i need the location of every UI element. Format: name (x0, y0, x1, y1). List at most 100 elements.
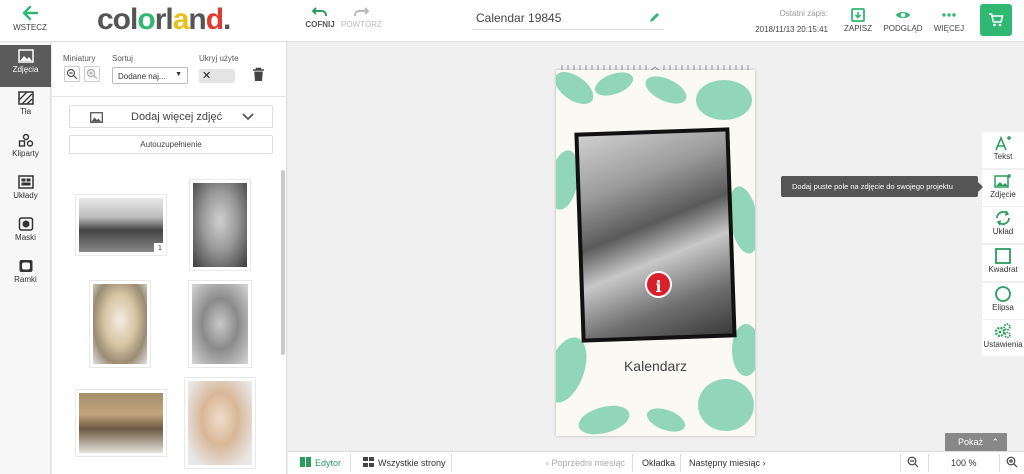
settings-icon (994, 323, 1011, 339)
zoom-out-icon (66, 68, 78, 80)
bottom-bar: Edytor Wszystkie strony ‹ Poprzedni mies… (288, 451, 1024, 474)
zoom-in-button[interactable] (1006, 452, 1018, 474)
wedding-photo (578, 131, 733, 339)
last-save-date: 2018/11/13 20:15:41 (755, 25, 828, 34)
divider (451, 454, 452, 472)
settings-tool[interactable]: Ustawienia (982, 320, 1024, 356)
sidebar-item-label: Maski (15, 233, 36, 242)
divider (900, 454, 901, 472)
circle-icon (995, 286, 1011, 302)
autofill-button[interactable]: Autouzupełnienie (69, 135, 273, 154)
sidebar-item-cliparts[interactable]: Kliparty (0, 129, 51, 171)
zoom-out-button[interactable] (907, 452, 919, 474)
sidebar-item-backgrounds[interactable]: Tła (0, 87, 51, 129)
calendar-photo[interactable] (574, 127, 737, 343)
grid-icon (363, 457, 374, 467)
zoom-in-icon (1006, 456, 1018, 468)
tool-label: Zdjęcie (990, 190, 1016, 199)
show-button[interactable]: Pokaż ⌃ (945, 433, 1007, 451)
divider (350, 454, 351, 472)
sidebar-item-photos[interactable]: Zdjęcia (0, 45, 51, 87)
panel-divider (52, 96, 287, 97)
preview-button[interactable]: PODGLĄD (882, 8, 924, 33)
photo-thumbnail[interactable] (75, 389, 167, 457)
panel-scrollbar[interactable] (281, 170, 285, 355)
caret-down-icon: ▼ (175, 71, 182, 78)
sidebar-item-label: Układy (13, 191, 38, 200)
sidebar-item-label: Ramki (14, 275, 37, 284)
add-more-photos-button[interactable]: Dodaj więcej zdjęć (69, 105, 273, 128)
tool-label: Tekst (993, 152, 1013, 161)
all-pages-tab[interactable]: Wszystkie strony (363, 452, 446, 474)
redo-icon (354, 7, 369, 16)
info-icon[interactable]: i (645, 271, 672, 298)
back-label: WSTECZ (13, 23, 47, 32)
photo-thumbnail[interactable]: 1 (75, 194, 167, 256)
tool-label: Ustawienia (983, 340, 1023, 349)
sidebar-item-frames[interactable]: Ramki (0, 255, 51, 297)
redo-label: POWTÓRZ (341, 20, 382, 29)
tool-label: Kwadrat (988, 265, 1018, 274)
usage-count-badge: 1 (154, 243, 166, 255)
add-more-photos-label: Dodaj więcej zdjęć (131, 111, 223, 123)
brand-logo: colorland. (97, 3, 231, 36)
next-month-button[interactable]: Następny miesiąc › (689, 452, 766, 474)
chevron-right-icon: › (760, 458, 766, 468)
previous-month-label: Poprzedni miesiąc (551, 458, 626, 468)
left-sidebar: Zdjęcia Tła Kliparty Układy Maski Ramki (0, 42, 51, 474)
sort-select-value: Dodane naj... (118, 72, 166, 81)
image-add-icon (994, 174, 1011, 188)
add-photo-field-tool[interactable]: Zdjęcie (982, 170, 1024, 206)
photo-thumbnail[interactable] (188, 280, 252, 368)
divider (999, 454, 1000, 472)
hide-used-toggle[interactable]: ✕ (199, 69, 235, 83)
photo-thumbnail[interactable] (189, 179, 251, 271)
zoom-in-thumbnails-button[interactable] (84, 66, 100, 82)
add-text-tool[interactable]: Tekst (982, 132, 1024, 168)
undo-button[interactable]: COFNIJ (305, 6, 335, 29)
cover-button[interactable]: Okładka (642, 452, 675, 474)
redo-button[interactable]: POWTÓRZ (341, 6, 382, 29)
tool-label: Układ (992, 227, 1014, 236)
project-title-field[interactable]: Calendar 19845 (472, 6, 664, 30)
image-icon (17, 49, 34, 63)
zoom-out-thumbnails-button[interactable] (64, 66, 80, 82)
sort-select[interactable]: Dodane naj... ▼ (112, 67, 188, 84)
divider (680, 454, 681, 472)
show-label: Pokaż (958, 437, 984, 447)
layout-tool[interactable]: Układ (982, 207, 1024, 243)
square-tool[interactable]: Kwadrat (982, 245, 1024, 281)
calendar-text[interactable]: Kalendarz (556, 358, 755, 374)
photo-thumbnail[interactable] (184, 377, 256, 469)
divider (632, 454, 633, 472)
previous-month-button[interactable]: ‹ Poprzedni miesiąc (546, 452, 625, 474)
arrow-left-icon (22, 5, 39, 21)
divider (928, 454, 929, 472)
save-label: ZAPISZ (843, 24, 872, 33)
thumbnails-label: Miniatury (63, 54, 96, 63)
more-label: WIĘCEJ (933, 24, 965, 33)
photo-thumbnail[interactable] (89, 280, 151, 368)
save-button[interactable]: ZAPISZ (843, 8, 873, 33)
frame-icon (19, 260, 32, 272)
cart-button[interactable] (980, 4, 1012, 36)
sidebar-item-masks[interactable]: Maski (0, 213, 51, 255)
cart-icon (989, 13, 1004, 27)
close-icon: ✕ (202, 70, 212, 82)
sort-label: Sortuj (112, 54, 133, 63)
last-save-label: Ostatni zapis: (779, 9, 828, 18)
sidebar-item-label: Zdjęcia (12, 65, 39, 74)
sidebar-item-layouts[interactable]: Układy (0, 171, 51, 213)
preview-label: PODGLĄD (883, 24, 923, 33)
editor-tab[interactable]: Edytor (300, 452, 341, 474)
ellipse-tool[interactable]: Elipsa (982, 283, 1024, 319)
sidebar-item-label: Tła (19, 107, 32, 116)
delete-button[interactable] (252, 67, 265, 87)
square-icon (995, 248, 1011, 264)
more-button[interactable]: WIĘCEJ (933, 8, 965, 33)
pencil-icon[interactable] (648, 12, 660, 24)
back-button[interactable]: WSTECZ (8, 4, 52, 32)
columns-icon (300, 457, 311, 467)
undo-icon (312, 7, 327, 16)
last-save-info: Ostatni zapis: 2018/11/13 20:15:41 (740, 6, 828, 38)
